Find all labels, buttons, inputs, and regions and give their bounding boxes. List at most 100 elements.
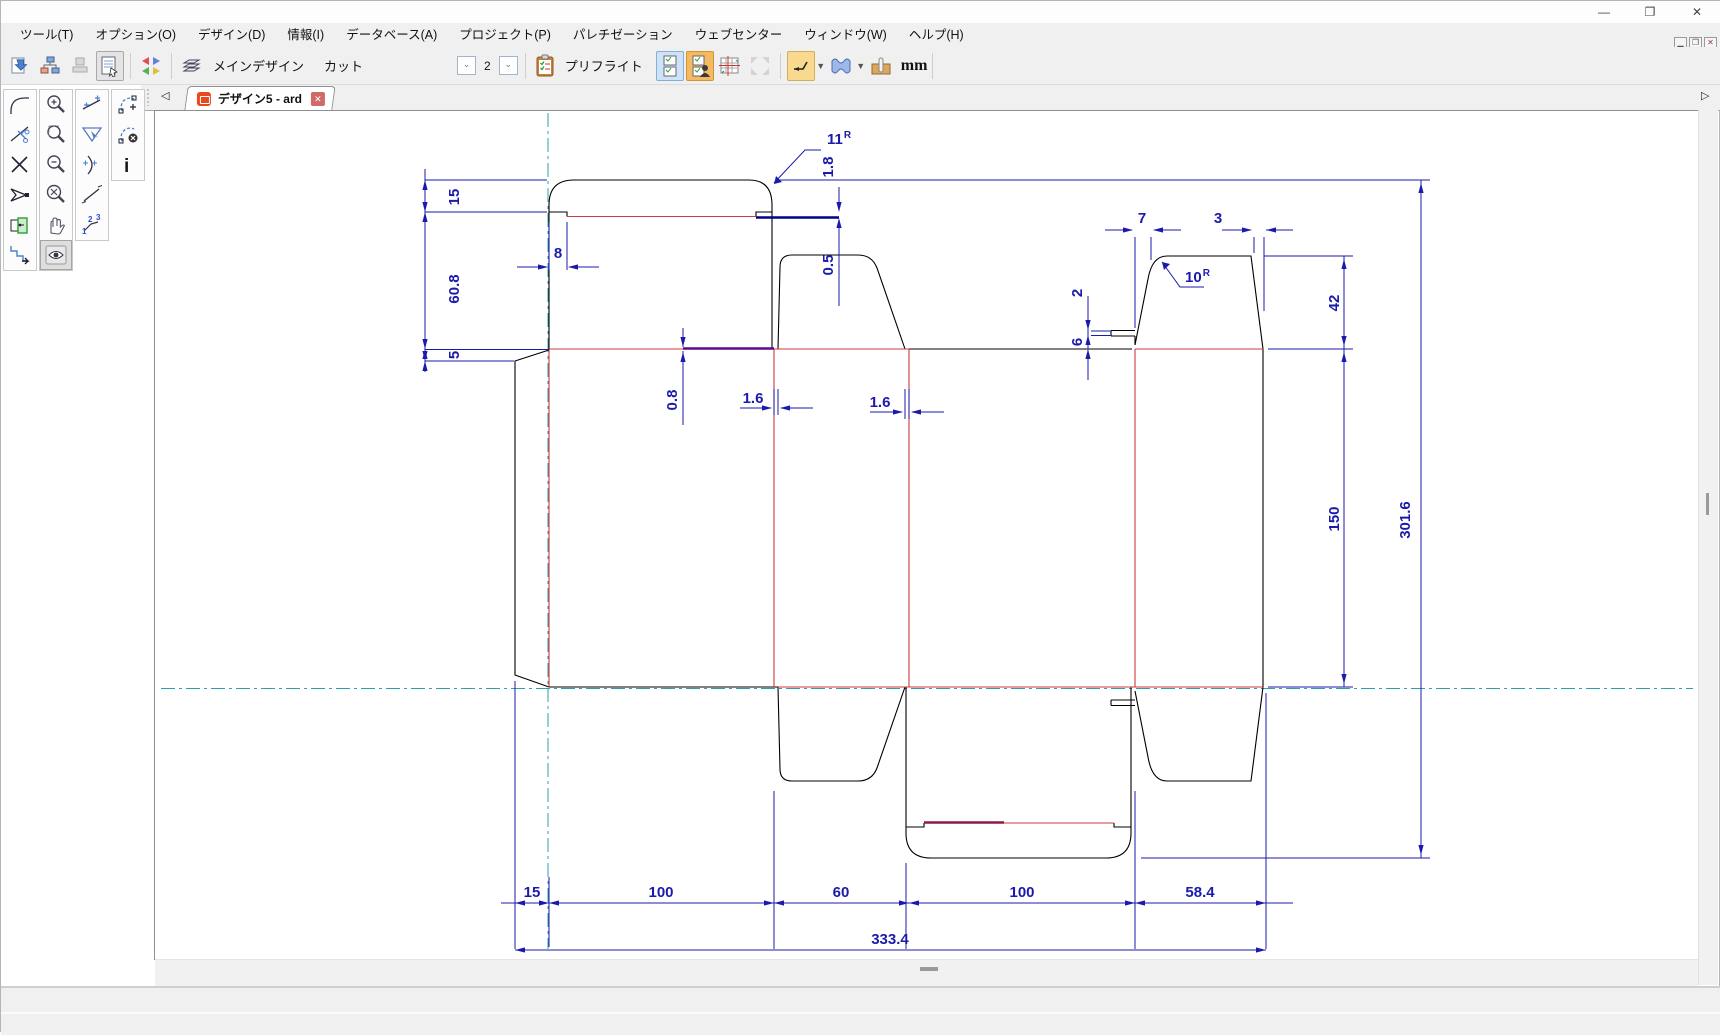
- dieline-drawing[interactable]: 15 60.8 5 8 1.8 0.5 0.8 1.6 1.6 7 3 11R …: [157, 110, 1698, 959]
- shape-fill-caret-icon[interactable]: ▼: [856, 61, 866, 71]
- dim-w2: 100: [648, 884, 673, 901]
- zoom-out-tool[interactable]: [40, 150, 72, 180]
- line-type-icon[interactable]: [787, 51, 815, 81]
- tab-title: デザイン5 - ard: [218, 90, 302, 107]
- dim-side-mid: 60.8: [446, 274, 463, 303]
- preflight-clipboard-icon[interactable]: [532, 51, 558, 81]
- dim-step-a: 2: [1069, 289, 1086, 297]
- show-hide-eye-tool[interactable]: [40, 240, 72, 270]
- circle-delete-tool[interactable]: [112, 120, 144, 150]
- menu-info[interactable]: 情報(I): [276, 23, 335, 47]
- horizontal-scroll-thumb[interactable]: [920, 967, 938, 971]
- tab-close-icon[interactable]: ✕: [311, 92, 325, 106]
- svg-text:1: 1: [82, 227, 87, 236]
- dim-side-low: 5: [446, 351, 463, 359]
- menu-bar: ツール(T) オプション(O) デザイン(D) 情報(I) データベース(A) …: [1, 23, 1720, 47]
- status-bar: [1, 986, 1720, 1035]
- menu-tools[interactable]: ツール(T): [9, 23, 84, 47]
- arc-blend-tool[interactable]: [76, 150, 108, 180]
- dim-flap-h: 42: [1326, 295, 1343, 312]
- layers-icon[interactable]: [178, 51, 206, 81]
- menu-webcenter[interactable]: ウェブセンター: [684, 23, 794, 47]
- dimension-arrowheads: [422, 176, 1423, 953]
- grid-lines-icon[interactable]: [716, 51, 744, 81]
- toolbox-column-3: 123: [75, 89, 109, 241]
- line-plus-tool[interactable]: [76, 90, 108, 120]
- dim-w3: 60: [833, 884, 850, 901]
- vertical-scrollbar[interactable]: [1698, 110, 1718, 985]
- tab-scroll-left-icon[interactable]: ◁: [161, 89, 169, 102]
- vertical-scroll-thumb[interactable]: [1706, 493, 1709, 515]
- shape-fill-icon[interactable]: [827, 51, 855, 81]
- direction-point-tool[interactable]: [4, 180, 36, 210]
- svg-text:2: 2: [88, 215, 93, 224]
- title-bar: — ❐ ✕: [1, 1, 1720, 24]
- tab-scroll-right-icon[interactable]: ▷: [1701, 89, 1709, 102]
- dim-w4: 100: [1009, 884, 1034, 901]
- level-dropdown-icon[interactable]: ⌄: [457, 56, 476, 75]
- zoom-in-tool[interactable]: [40, 90, 72, 120]
- checklist-icon[interactable]: [656, 51, 684, 81]
- dim-inset-b: 1.6: [870, 394, 891, 411]
- toolbar-separator: [932, 53, 933, 79]
- zoom-window-tool[interactable]: [40, 120, 72, 150]
- panel-connect-tool[interactable]: [4, 210, 36, 240]
- dim-tab-radius: 10R: [1185, 268, 1211, 286]
- level-dropdown-2-icon[interactable]: ⌄: [499, 56, 518, 75]
- preflight-label[interactable]: プリフライト: [565, 56, 643, 75]
- dim-w5: 58.4: [1185, 884, 1215, 901]
- status-bar-divider: [1, 1012, 1720, 1014]
- menu-design[interactable]: デザイン(D): [187, 23, 276, 47]
- circle-add-tool[interactable]: [112, 90, 144, 120]
- units-ruler-icon[interactable]: [867, 51, 895, 81]
- line-type-caret-icon[interactable]: ▼: [816, 61, 826, 71]
- menu-database[interactable]: データベース(A): [335, 23, 448, 47]
- document-tab-bar: [141, 85, 1720, 111]
- dimension-lines: [425, 150, 1430, 950]
- fillet-arc-tool[interactable]: [4, 90, 36, 120]
- paste-icon[interactable]: [6, 51, 34, 81]
- toolbar-separator: [130, 53, 131, 79]
- hierarchy-icon[interactable]: [36, 51, 64, 81]
- horizontal-scrollbar[interactable]: [155, 959, 1698, 986]
- dimension-labels: 15 60.8 5 8 1.8 0.5 0.8 1.6 1.6 7 3 11R …: [446, 130, 1414, 948]
- dim-inset-a: 1.6: [743, 390, 764, 407]
- menu-project[interactable]: プロジェクト(P): [448, 23, 562, 47]
- dim-tab-a: 7: [1138, 210, 1146, 227]
- zoom-extents-tool[interactable]: [40, 180, 72, 210]
- layer-name-label[interactable]: カット: [324, 56, 363, 75]
- toolbar-separator: [171, 53, 172, 79]
- spec-sheet-icon[interactable]: [96, 51, 124, 81]
- close-icon[interactable]: ✕: [1682, 3, 1712, 21]
- menu-window[interactable]: ウィンドウ(W): [793, 23, 898, 47]
- units-label[interactable]: mm: [901, 57, 928, 75]
- maximize-icon[interactable]: ❐: [1635, 3, 1665, 21]
- stair-step-tool[interactable]: [4, 240, 36, 270]
- user-checklist-icon[interactable]: [686, 51, 714, 81]
- toolbox-column-4: i: [111, 89, 145, 181]
- cut-line-tool[interactable]: [4, 120, 36, 150]
- design-name-label[interactable]: メインデザイン: [213, 56, 304, 75]
- delete-line-tool[interactable]: [4, 150, 36, 180]
- dim-tab-b: 3: [1214, 210, 1222, 227]
- dim-total-h: 301.6: [1397, 501, 1414, 539]
- minimize-icon[interactable]: —: [1589, 3, 1619, 21]
- menu-help[interactable]: ヘルプ(H): [898, 23, 975, 47]
- select-triangle-tool[interactable]: [76, 120, 108, 150]
- sequence-123-tool[interactable]: 123: [76, 210, 108, 240]
- line-segment-tool[interactable]: [76, 180, 108, 210]
- dim-step-b: 6: [1069, 338, 1086, 346]
- toolbar-separator: [780, 53, 781, 79]
- expand-icon[interactable]: [746, 51, 774, 81]
- pan-hand-tool[interactable]: [40, 210, 72, 240]
- dim-notch-a: 1.8: [820, 157, 837, 178]
- info-tool[interactable]: i: [112, 150, 144, 180]
- menu-options[interactable]: オプション(O): [84, 23, 187, 47]
- dim-notch-b: 0.5: [820, 255, 837, 276]
- sync-icon[interactable]: [137, 51, 165, 81]
- stamp-icon[interactable]: [66, 51, 94, 81]
- dim-shoulder: 8: [554, 245, 562, 262]
- tab-design5[interactable]: デザイン5 - ard ✕: [184, 86, 335, 110]
- menu-palletization[interactable]: パレチゼーション: [562, 23, 684, 47]
- dim-w1: 15: [524, 884, 541, 901]
